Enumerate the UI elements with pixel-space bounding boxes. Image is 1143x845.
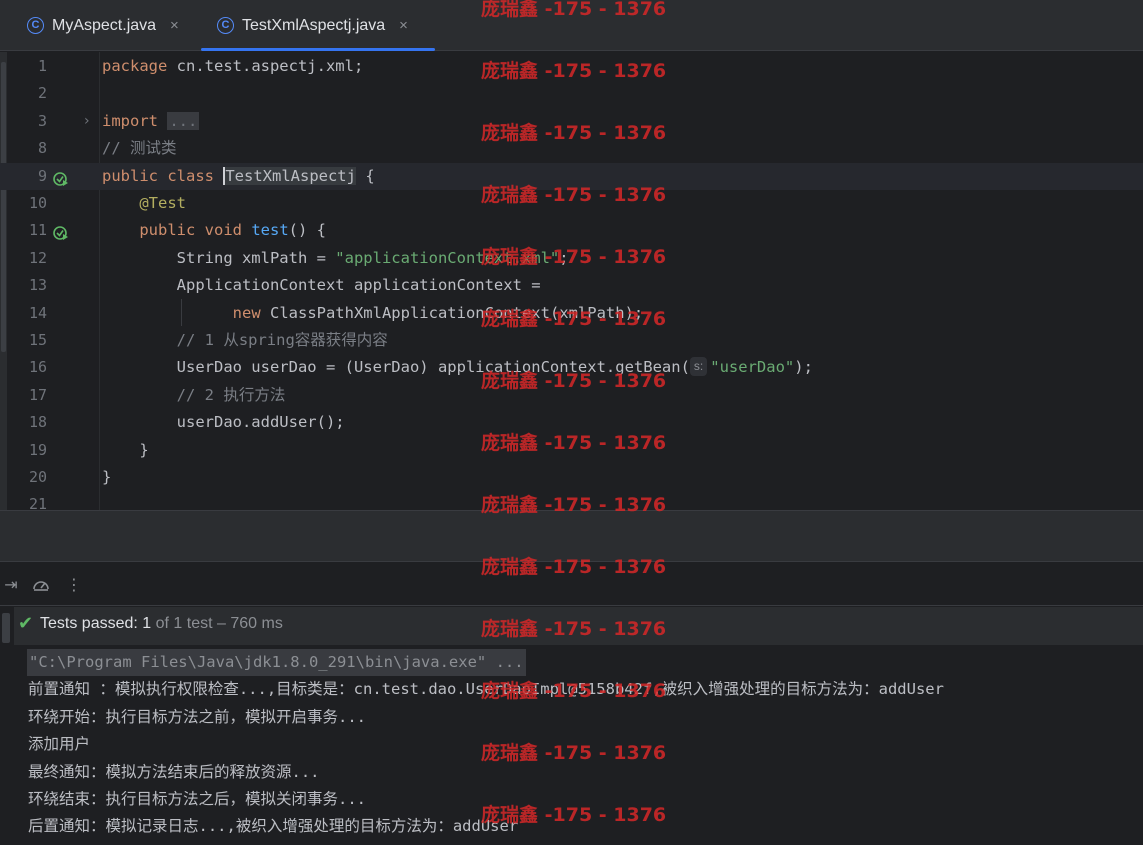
test-results-bar: ✔ Tests passed: 1 of 1 test – 760 ms [14,607,1143,645]
code-text: // 2 执行方法 [176,385,286,404]
code-line[interactable]: 11 public void test() { [0,217,1143,244]
console-output-line: 环绕开始：执行目标方法之前，模拟开启事务... [28,707,366,726]
code-text: } [102,468,112,486]
run-test-icon[interactable] [53,223,69,241]
code-text: public class TestXmlAspectj { [102,166,375,185]
code-line[interactable]: 19 } [0,437,1143,464]
line-number: 18 [28,413,47,432]
code-text: // 1 从spring容器获得内容 [176,331,388,349]
line-number: 10 [28,194,47,212]
code-line[interactable]: 13 ApplicationContext applicationContext… [0,272,1143,299]
check-icon: ✔ [18,613,34,634]
code-text: String xmlPath = "applicationContext.xml… [102,248,569,267]
code-line[interactable]: 9 public class TestXmlAspectj { [0,162,1143,190]
code-text: import ... [102,111,200,130]
line-number: 20 [28,468,47,486]
console-command-line: "C:\Program Files\Java\jdk1.8.0_291\bin\… [27,649,526,676]
console-left-strip [0,607,14,845]
code-text: public void test() { [139,221,326,240]
coverage-gauge-icon[interactable] [31,575,51,595]
code-line[interactable]: 21 [0,491,1143,510]
tests-summary: of 1 test – 760 ms [155,615,283,632]
code-line[interactable]: 18 userDao.addUser(); [0,409,1143,436]
line-number: 8 [37,139,47,158]
import-tests-icon[interactable]: ⇥ [1,575,21,595]
line-number: 1 [37,57,47,75]
code-line[interactable]: 17 // 2 执行方法 [0,382,1143,409]
tab-label: MyAspect.java [52,16,157,34]
more-options-icon[interactable]: ⋮ [64,575,84,595]
line-number: 11 [28,221,47,240]
panel-splitter[interactable] [0,510,1143,562]
console-output[interactable]: "C:\Program Files\Java\jdk1.8.0_291\bin\… [14,645,1143,845]
line-number: 2 [37,84,47,103]
console-output-line: 环绕结束：执行目标方法之后，模拟关闭事务... [28,790,366,808]
line-number: 13 [28,276,47,295]
code-line[interactable]: 3 › import ... [0,108,1143,135]
console-output-line: 添加用户 [28,735,91,754]
code-text: } [102,440,149,459]
tab-label: TestXmlAspectj.java [242,16,386,34]
line-number: 16 [28,358,47,377]
code-line[interactable]: 12 String xmlPath = "applicationContext.… [0,245,1143,272]
code-text: @Test [139,194,186,212]
code-text: ApplicationContext applicationContext = [102,276,541,295]
line-number: 14 [28,303,47,322]
code-text: // 测试类 [102,139,177,158]
fold-expand-icon[interactable]: › [84,108,90,135]
code-line[interactable]: 10 @Test [0,190,1143,217]
class-file-icon: C [27,17,44,34]
console-output-line: 前置通知 ：模拟执行权限检查...,目标类是：cn.test.dao.UserD… [28,680,944,699]
code-line[interactable]: 14 new ClassPathXmlApplicationContext(xm… [0,300,1143,327]
line-number: 15 [28,331,47,349]
tab-myaspect[interactable]: C MyAspect.java × [27,0,179,51]
code-line[interactable]: 2 [0,80,1143,107]
editor-tab-bar: C MyAspect.java × C TestXmlAspectj.java … [0,0,1143,51]
code-line[interactable]: 8 // 测试类 [0,135,1143,162]
line-number: 3 [37,111,47,130]
code-line[interactable]: 1 package cn.test.aspectj.xml; [0,53,1143,80]
code-text: userDao.addUser(); [102,413,345,432]
code-line[interactable]: 20} [0,464,1143,491]
console-output-line: 最终通知：模拟方法结束后的释放资源... [28,762,320,781]
line-number: 9 [37,166,47,185]
line-number: 17 [28,385,47,404]
tests-passed-count: 1 [142,615,152,632]
tab-testxmlaspectj[interactable]: C TestXmlAspectj.java × [201,0,435,51]
run-test-icon[interactable] [53,169,69,186]
console-output-line: 后置通知：模拟记录日志...,被织入增强处理的目标方法为：addUser [28,817,519,836]
code-line[interactable]: 16 UserDao userDao = (UserDao) applicati… [0,354,1143,381]
close-icon[interactable]: × [399,17,408,34]
line-number: 19 [28,440,47,459]
line-number: 21 [28,495,47,510]
code-line[interactable]: 15 // 1 从spring容器获得内容 [0,327,1143,354]
tests-passed-label: Tests passed: [40,615,138,632]
run-toolbar: ⇥ ⋮ [0,563,1143,606]
close-icon[interactable]: × [170,17,179,34]
test-status: Tests passed: 1 of 1 test – 760 ms [40,607,283,641]
code-text: new ClassPathXmlApplicationContext(xmlPa… [232,303,644,322]
code-text: UserDao userDao = (UserDao) applicationC… [102,357,813,377]
scroll-thumb[interactable] [2,613,10,643]
line-number: 12 [28,248,47,267]
code-editor[interactable]: 1 package cn.test.aspectj.xml; 2 3 › import .… [0,52,1143,510]
code-text: package cn.test.aspectj.xml; [102,57,364,75]
class-file-icon: C [217,17,234,34]
